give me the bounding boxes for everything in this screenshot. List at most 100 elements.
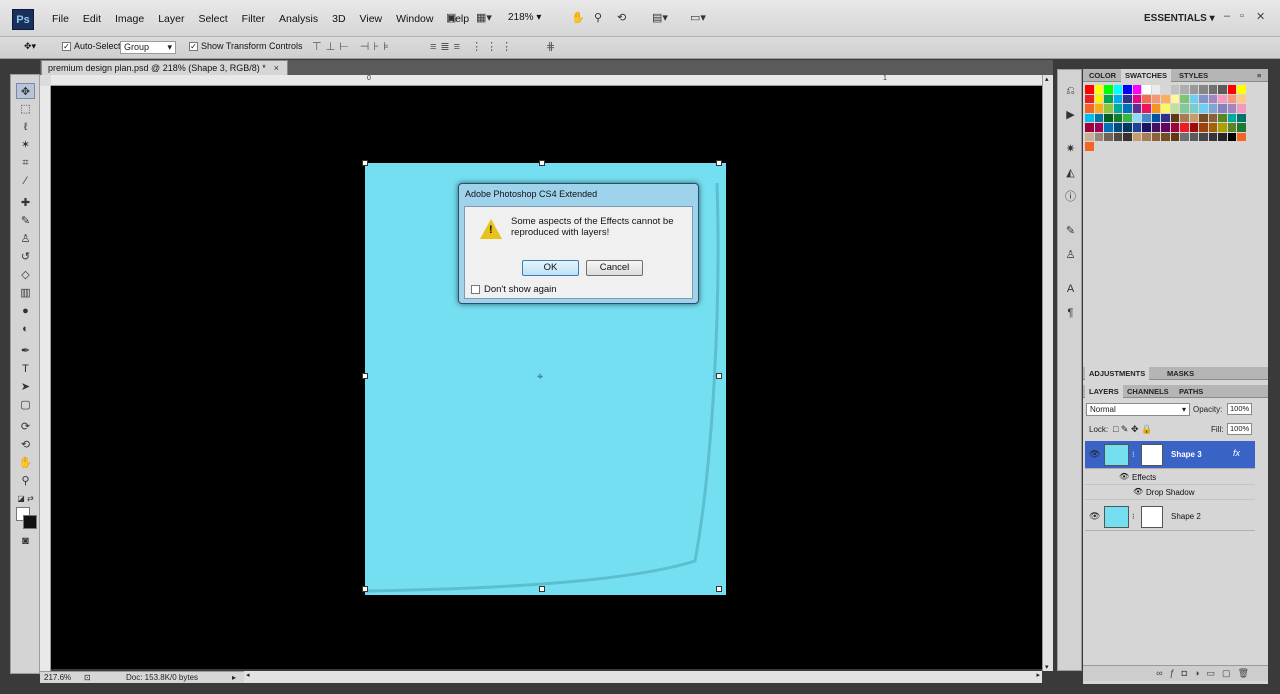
color-swatch[interactable]	[1142, 104, 1152, 114]
vertical-scrollbar[interactable]: ▴ ▾	[1042, 75, 1053, 671]
color-swatch[interactable]	[1123, 85, 1133, 95]
color-swatch[interactable]	[1132, 113, 1142, 123]
ruler-origin[interactable]	[40, 75, 51, 86]
menu-analysis[interactable]: Analysis	[272, 13, 325, 25]
horizontal-scrollbar[interactable]: ◂ ▸	[244, 671, 1042, 683]
menu-window[interactable]: Window	[389, 13, 440, 25]
color-swatch[interactable]	[1151, 132, 1161, 142]
color-swatch[interactable]	[1199, 113, 1209, 123]
color-swatch[interactable]	[1227, 85, 1237, 95]
color-swatch[interactable]	[1199, 132, 1209, 142]
vector-mask-thumbnail[interactable]	[1141, 444, 1163, 466]
color-swatch[interactable]	[1142, 132, 1152, 142]
visibility-eye-icon[interactable]: 👁	[1089, 449, 1100, 460]
color-swatch[interactable]	[1151, 113, 1161, 123]
rotate-view-icon[interactable]: ⟲	[617, 11, 626, 24]
color-swatch[interactable]	[1208, 104, 1218, 114]
link-layers-icon[interactable]: ∞	[1156, 668, 1169, 678]
panel-menu-icon[interactable]: ≡	[1253, 69, 1265, 82]
color-swatch[interactable]	[1237, 94, 1247, 104]
transform-center-icon[interactable]: ⌖	[537, 371, 543, 384]
color-swatch[interactable]	[1237, 104, 1247, 114]
color-swatch[interactable]	[1104, 94, 1114, 104]
swatch-grid[interactable]	[1085, 85, 1255, 152]
color-swatch[interactable]	[1085, 104, 1095, 114]
color-swatch[interactable]	[1161, 113, 1171, 123]
color-swatch[interactable]	[1189, 113, 1199, 123]
color-swatch[interactable]	[1227, 104, 1237, 114]
color-swatch[interactable]	[1132, 85, 1142, 95]
transform-handle[interactable]	[716, 373, 722, 379]
quick-mask-icon[interactable]: ◙	[16, 533, 35, 549]
tab-swatches[interactable]: SWATCHES	[1121, 69, 1171, 82]
color-swatch[interactable]	[1094, 113, 1104, 123]
color-swatch[interactable]	[1237, 132, 1247, 142]
color-swatch[interactable]	[1151, 104, 1161, 114]
color-swatch[interactable]	[1237, 123, 1247, 133]
hand-tool-icon[interactable]: ✋	[16, 455, 35, 471]
close-tab-icon[interactable]: ×	[274, 63, 279, 73]
layer-row-shape-2[interactable]: 👁 ⁝ Shape 2	[1085, 503, 1255, 531]
menu-3d[interactable]: 3D	[325, 13, 352, 25]
3d-rotate-tool-icon[interactable]: ⟳	[16, 419, 35, 435]
layer-fx-icon[interactable]: fx	[1233, 448, 1240, 458]
color-swatch[interactable]	[1113, 123, 1123, 133]
tab-masks[interactable]: MASKS	[1163, 367, 1198, 380]
color-swatch[interactable]	[1085, 94, 1095, 104]
move-tool-icon[interactable]: ✥	[16, 83, 35, 99]
color-swatch[interactable]	[1161, 85, 1171, 95]
arrange-documents-icon[interactable]: ▤▾	[652, 11, 668, 24]
tab-channels[interactable]: CHANNELS	[1123, 385, 1173, 398]
color-swatch[interactable]	[1208, 94, 1218, 104]
transform-handle[interactable]	[716, 586, 722, 592]
menu-view[interactable]: View	[353, 13, 390, 25]
auto-select-type-select[interactable]: Group ▾	[120, 41, 176, 54]
color-swatch[interactable]	[1180, 113, 1190, 123]
color-swatch[interactable]	[1104, 113, 1114, 123]
color-swatch[interactable]	[1218, 104, 1228, 114]
color-swatch[interactable]	[1123, 113, 1133, 123]
color-swatch[interactable]	[1170, 104, 1180, 114]
opacity-input[interactable]: 100%	[1227, 403, 1252, 415]
menu-edit[interactable]: Edit	[76, 13, 108, 25]
color-swatch[interactable]	[1123, 132, 1133, 142]
color-swatch[interactable]	[1094, 104, 1104, 114]
color-swatch[interactable]	[1208, 132, 1218, 142]
marquee-tool-icon[interactable]: ⬚	[16, 101, 35, 117]
color-swatch[interactable]	[1180, 85, 1190, 95]
color-swatch[interactable]	[1151, 85, 1161, 95]
zoom-level-select[interactable]: 218% ▾	[508, 12, 541, 23]
actions-panel-icon[interactable]: ▶	[1063, 108, 1078, 123]
color-swatch[interactable]	[1189, 123, 1199, 133]
status-info-icon[interactable]: ⊡	[84, 673, 91, 682]
color-swatch[interactable]	[1180, 94, 1190, 104]
color-swatch[interactable]	[1218, 85, 1228, 95]
swap-colors-icon[interactable]: ◪ ⇄	[16, 491, 35, 507]
transform-handle[interactable]	[362, 586, 368, 592]
color-swatch[interactable]	[1189, 85, 1199, 95]
color-swatch[interactable]	[1113, 85, 1123, 95]
history-panel-icon[interactable]: ⎌	[1063, 84, 1078, 99]
shape-tool-icon[interactable]: ▢	[16, 397, 35, 413]
color-swatch[interactable]	[1151, 94, 1161, 104]
color-swatch[interactable]	[1199, 85, 1209, 95]
new-layer-icon[interactable]: ▢	[1222, 668, 1238, 678]
healing-brush-tool-icon[interactable]: ✚	[16, 195, 35, 211]
close-icon[interactable]: ✕	[1256, 10, 1265, 23]
color-swatch[interactable]	[1189, 94, 1199, 104]
eraser-tool-icon[interactable]: ◇	[16, 267, 35, 283]
color-swatch[interactable]	[1094, 123, 1104, 133]
color-swatch[interactable]	[1208, 123, 1218, 133]
brush-tool-icon[interactable]: ✎	[16, 213, 35, 229]
eyedropper-tool-icon[interactable]: ⁄	[16, 173, 35, 189]
color-swatch[interactable]	[1180, 123, 1190, 133]
scroll-left-icon[interactable]: ◂	[246, 671, 250, 679]
color-swatch[interactable]	[1170, 123, 1180, 133]
color-swatch[interactable]	[1218, 123, 1228, 133]
color-swatch[interactable]	[1132, 94, 1142, 104]
color-swatch[interactable]	[1227, 113, 1237, 123]
color-swatch[interactable]	[1085, 132, 1095, 142]
color-swatch[interactable]	[1113, 104, 1123, 114]
navigator-panel-icon[interactable]: ✷	[1063, 142, 1078, 157]
transform-handle[interactable]	[362, 160, 368, 166]
